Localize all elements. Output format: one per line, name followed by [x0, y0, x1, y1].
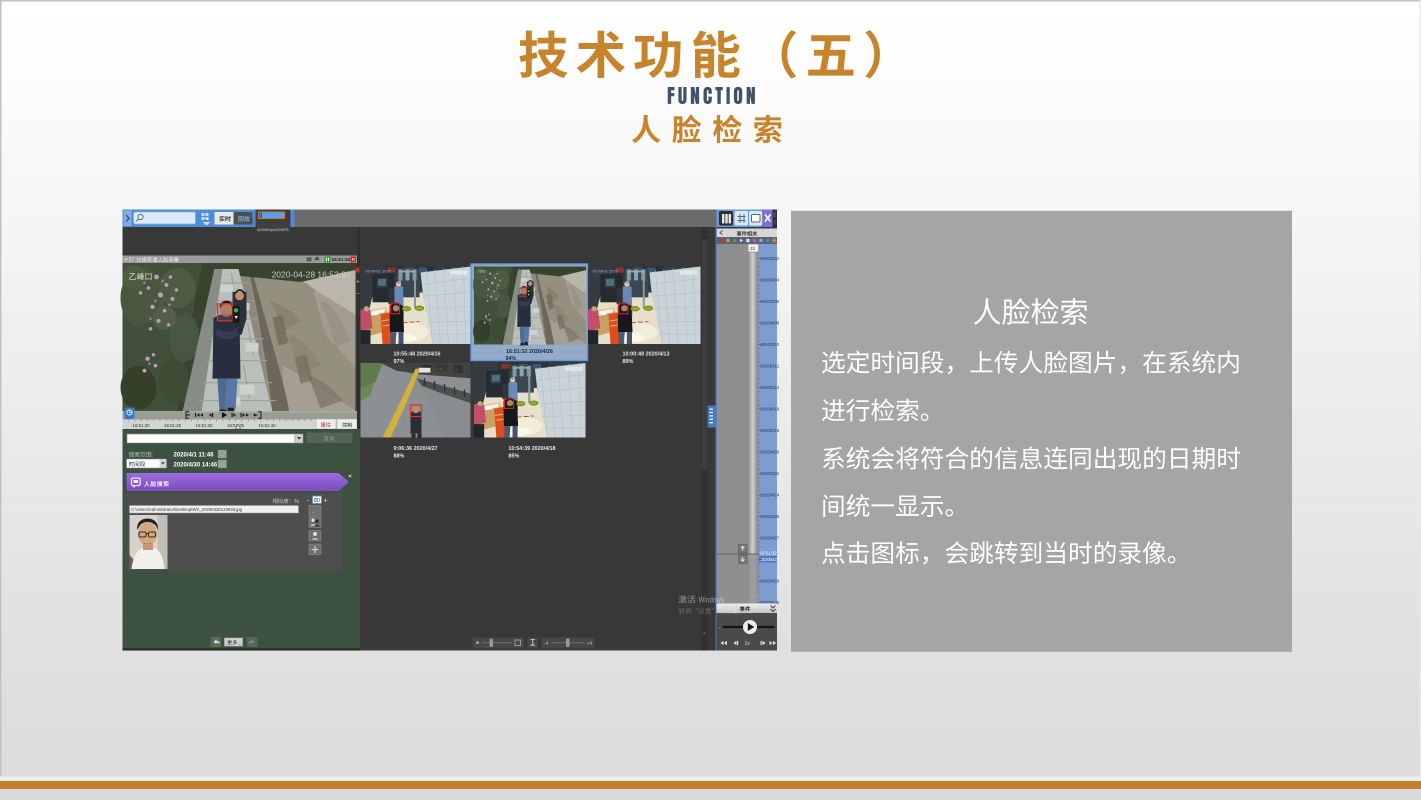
- svg-text:4294Kbps/32KPS: 4294Kbps/32KPS: [257, 227, 289, 232]
- svg-text:05 NF01 2020: 05 NF01 2020: [593, 269, 619, 274]
- svg-text:85%: 85%: [509, 454, 520, 460]
- svg-text:20200424: 20200424: [761, 493, 780, 498]
- svg-text:...: ...: [220, 462, 224, 467]
- svg-text:+4: +4: [587, 641, 593, 647]
- svg-text:20200427: 20200427: [761, 536, 780, 541]
- svg-text:32: 32: [750, 246, 756, 251]
- svg-text:16:51:32: 16:51:32: [760, 551, 778, 556]
- svg-text:20200420: 20200420: [761, 450, 780, 455]
- svg-text:20200416: 20200416: [761, 407, 780, 412]
- svg-text:...: ...: [220, 452, 224, 457]
- svg-text:9:06:36 2020/4/27: 9:06:36 2020/4/27: [394, 446, 438, 452]
- svg-text:37.: 37.: [129, 258, 137, 264]
- svg-text:20200412: 20200412: [761, 364, 780, 369]
- svg-text:20200414: 20200414: [761, 385, 780, 390]
- svg-text:16:51:40: 16:51:40: [259, 423, 277, 428]
- svg-text:89%: 89%: [623, 359, 634, 365]
- svg-text:20200418: 20200418: [761, 428, 780, 433]
- svg-text:G01: G01: [479, 269, 487, 274]
- svg-text:10:55:48 2020/4/16: 10:55:48 2020/4/16: [394, 352, 441, 358]
- svg-text:20200408: 20200408: [761, 321, 780, 326]
- svg-text:Windows: Windows: [733, 609, 752, 616]
- svg-text:88%: 88%: [394, 454, 405, 460]
- svg-text:2020/4/1 11:46: 2020/4/1 11:46: [174, 453, 215, 459]
- svg-text:16:51:20: 16:51:20: [133, 423, 151, 428]
- svg-text:10:00:48 2020/4/13: 10:00:48 2020/4/13: [623, 352, 670, 358]
- svg-text:%: %: [294, 499, 299, 505]
- svg-text:16:51:30: 16:51:30: [196, 423, 214, 428]
- svg-text:05 NF01 2020: 05 NF01 2020: [366, 269, 392, 274]
- svg-text:...: ...: [237, 640, 241, 646]
- svg-text:16:51:32 2020/4/26: 16:51:32 2020/4/26: [506, 349, 553, 355]
- svg-text:...: ...: [312, 509, 316, 515]
- svg-text:R: R: [352, 257, 355, 262]
- svg-text:20200422: 20200422: [761, 471, 780, 476]
- svg-text:16:51:32: 16:51:32: [332, 257, 351, 262]
- svg-text:2020/4/30 14:46: 2020/4/30 14:46: [174, 463, 218, 469]
- svg-text:2020-04-28 16:52:30: 2020-04-28 16:52:30: [272, 270, 351, 280]
- svg-text:20200428: 20200428: [761, 557, 780, 562]
- svg-text:20200406: 20200406: [761, 299, 780, 304]
- svg-text:Windows: Windows: [699, 595, 725, 605]
- svg-text:20200402: 20200402: [761, 256, 780, 261]
- svg-text:-: -: [719, 626, 721, 632]
- svg-text:20200426: 20200426: [761, 514, 780, 519]
- svg-text:80: 80: [314, 498, 320, 504]
- svg-text:94%: 94%: [506, 356, 517, 362]
- svg-text:C:\Users\Administrator\Desktop: C:\Users\Administrator\Desktop\WX_202004…: [131, 507, 243, 512]
- svg-text:+: +: [324, 498, 328, 505]
- svg-text:-4: -4: [544, 641, 549, 647]
- svg-text:10:54:39 2020/4/18: 10:54:39 2020/4/18: [509, 446, 556, 452]
- svg-text:20200404: 20200404: [761, 278, 780, 283]
- svg-text:16:51:25: 16:51:25: [164, 423, 182, 428]
- svg-text:16:51:35: 16:51:35: [227, 423, 245, 428]
- svg-text:20200410: 20200410: [761, 342, 780, 347]
- svg-text:20200429: 20200429: [761, 579, 780, 584]
- svg-text:1x: 1x: [745, 641, 751, 647]
